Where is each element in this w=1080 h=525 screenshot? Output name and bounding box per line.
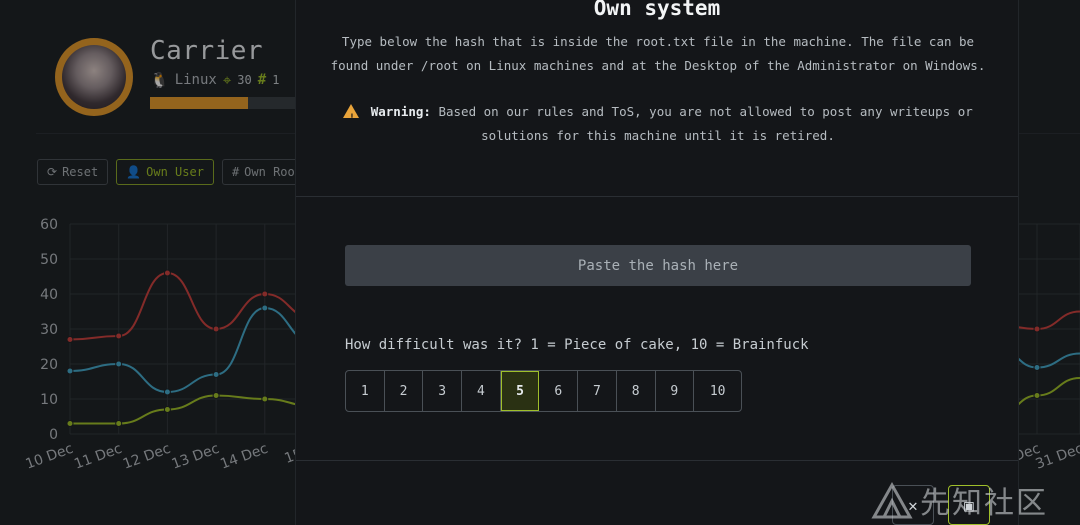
difficulty-option-2[interactable]: 2 xyxy=(385,371,424,411)
difficulty-option-6[interactable]: 6 xyxy=(539,371,579,411)
difficulty-option-3[interactable]: 3 xyxy=(423,371,463,411)
warning-icon xyxy=(343,104,360,130)
hash-input[interactable] xyxy=(345,245,971,286)
warning-message: Warning: Based on our rules and ToS, you… xyxy=(322,100,994,148)
modal-divider xyxy=(296,196,1018,197)
warning-text: Based on our rules and ToS, you are not … xyxy=(438,104,973,143)
modal-footer-divider xyxy=(296,460,1018,461)
watermark-text: 先知社区 xyxy=(920,486,1048,521)
difficulty-option-4[interactable]: 4 xyxy=(462,371,501,411)
modal-description: Type below the hash that is inside the r… xyxy=(330,34,986,73)
difficulty-option-5[interactable]: 5 xyxy=(500,371,540,411)
modal-title: Own system xyxy=(593,0,721,20)
difficulty-option-9[interactable]: 9 xyxy=(656,371,695,411)
difficulty-selector: 1 2 3 4 5 6 7 8 9 10 xyxy=(345,370,743,412)
watermark-logo xyxy=(871,481,913,519)
difficulty-question: How difficult was it? 1 = Piece of cake,… xyxy=(345,337,809,353)
difficulty-option-8[interactable]: 8 xyxy=(617,371,656,411)
site-watermark: 先知社区 xyxy=(870,478,1048,522)
own-system-modal: Own system Type below the hash that is i… xyxy=(295,0,1019,525)
difficulty-option-7[interactable]: 7 xyxy=(578,371,617,411)
difficulty-option-10[interactable]: 10 xyxy=(694,371,741,411)
difficulty-option-1[interactable]: 1 xyxy=(346,371,385,411)
warning-label: Warning: xyxy=(370,104,431,119)
